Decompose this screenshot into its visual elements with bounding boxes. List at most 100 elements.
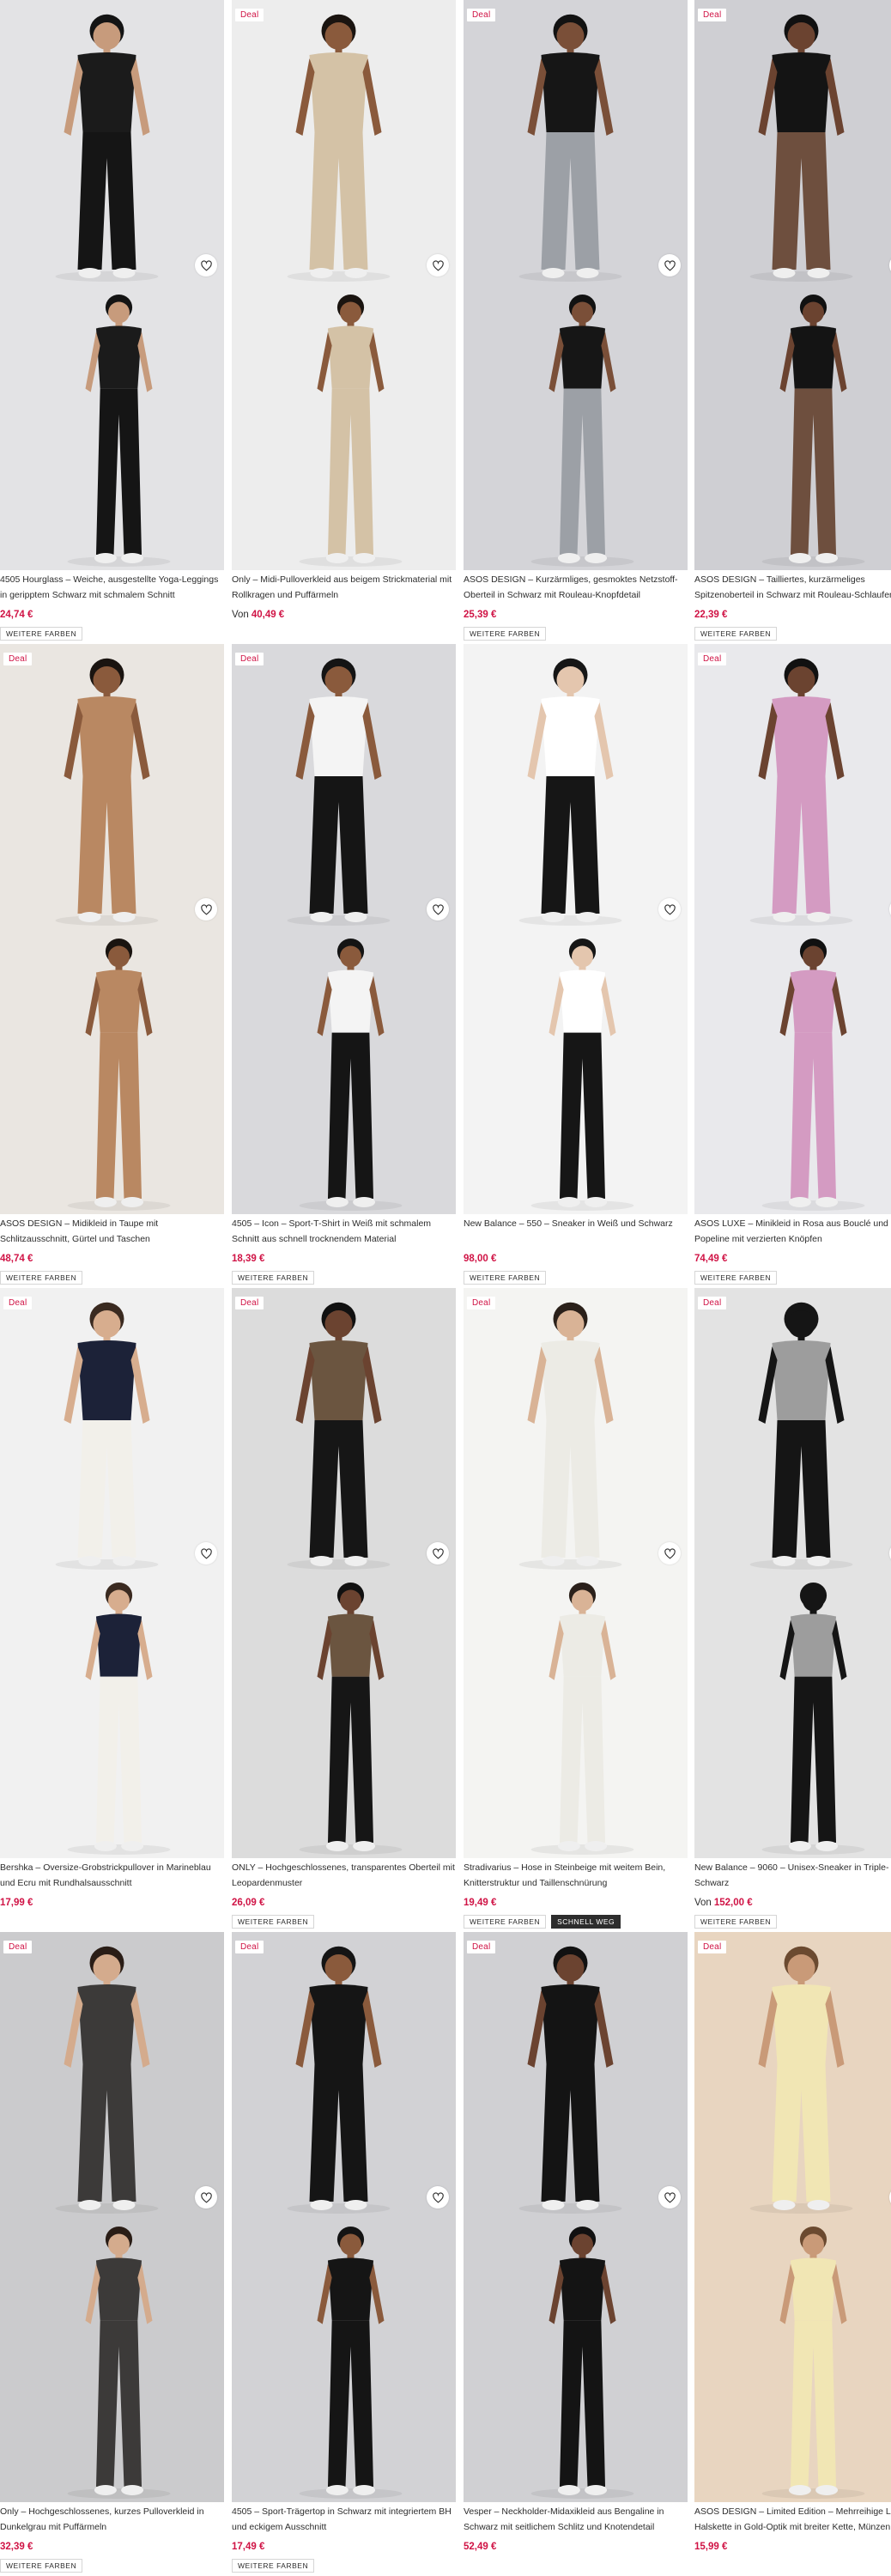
product-card[interactable]: Deal New Balance – 9060 – Unisex-Sneaker… <box>694 1288 891 1932</box>
product-card[interactable]: Deal 4505 – Icon – Sport-T-Shirt in Weiß… <box>232 644 456 1288</box>
product-image-alternate[interactable] <box>464 285 688 570</box>
product-image-alternate[interactable] <box>0 1573 224 1858</box>
product-card[interactable]: Deal ASOS DESIGN – Limited Edition – Meh… <box>694 1932 891 2576</box>
deal-badge: Deal <box>698 653 727 665</box>
product-title-link[interactable]: Only – Midi-Pulloverkleid aus beigem Str… <box>232 572 456 603</box>
product-image[interactable] <box>694 0 891 285</box>
save-for-later-heart-icon[interactable] <box>195 254 217 276</box>
product-card[interactable]: Deal Stradivarius – Hose in Steinbeige m… <box>464 1288 688 1932</box>
product-image[interactable] <box>464 1932 688 2217</box>
product-title-link[interactable]: New Balance – 9060 – Unisex-Sneaker in T… <box>694 1860 891 1891</box>
product-image[interactable] <box>0 1932 224 2217</box>
price-value: 48,74 € <box>0 1254 33 1264</box>
product-title-link[interactable]: New Balance – 550 – Sneaker in Weiß und … <box>464 1216 688 1247</box>
product-image[interactable] <box>0 644 224 929</box>
product-title-link[interactable]: 4505 – Sport-Trägertop in Schwarz mit in… <box>232 2504 456 2535</box>
product-card[interactable]: Deal 4505 – Sport-Trägertop in Schwarz m… <box>232 1932 456 2576</box>
product-image-alternate[interactable] <box>694 1573 891 1858</box>
product-image-alternate[interactable] <box>0 2217 224 2502</box>
product-chips: WEITERE FARBEN <box>0 1271 83 1285</box>
product-image-alternate[interactable] <box>694 929 891 1214</box>
product-image-alternate[interactable] <box>464 1573 688 1858</box>
product-title-link[interactable]: ASOS DESIGN – Midikleid in Taupe mit Sch… <box>0 1216 224 1247</box>
product-image-alternate[interactable] <box>232 285 456 570</box>
product-title-link[interactable]: ASOS DESIGN – Tailliertes, kurzärmeliges… <box>694 572 891 603</box>
product-image-alternate[interactable] <box>0 285 224 570</box>
product-title-link[interactable]: ONLY – Hochgeschlossenes, transparentes … <box>232 1860 456 1891</box>
product-image-alternate[interactable] <box>232 929 456 1214</box>
product-image[interactable] <box>0 0 224 285</box>
product-title-link[interactable]: ASOS DESIGN – Kurzärmliges, gesmoktes Ne… <box>464 572 688 603</box>
product-card[interactable]: Deal ASOS DESIGN – Midikleid in Taupe mi… <box>0 644 224 1288</box>
price-value: 26,09 € <box>232 1898 265 1908</box>
product-card[interactable]: New Balance – 550 – Sneaker in Weiß und … <box>464 644 688 1288</box>
product-card[interactable]: Deal ONLY – Hochgeschlossenes, transpare… <box>232 1288 456 1932</box>
more-colours-chip: WEITERE FARBEN <box>464 1271 547 1285</box>
product-card[interactable]: Deal Vesper – Neckholder-Midaxikleid aus… <box>464 1932 688 2576</box>
product-image-alternate[interactable] <box>694 2217 891 2502</box>
product-price: 98,00 € <box>464 1254 496 1264</box>
more-colours-chip: WEITERE FARBEN <box>232 1915 315 1929</box>
product-image-alternate[interactable] <box>464 929 688 1214</box>
product-image-alternate[interactable] <box>232 2217 456 2502</box>
product-image-alternate[interactable] <box>0 929 224 1214</box>
save-for-later-heart-icon[interactable] <box>658 254 681 276</box>
product-title-link[interactable]: Bershka – Oversize-Grobstrickpullover in… <box>0 1860 224 1891</box>
more-colours-chip: WEITERE FARBEN <box>464 627 547 641</box>
product-title-link[interactable]: Only – Hochgeschlossenes, kurzes Pullove… <box>0 2504 224 2535</box>
product-image-alternate[interactable] <box>464 2217 688 2502</box>
more-colours-chip: WEITERE FARBEN <box>232 1271 315 1285</box>
product-image[interactable] <box>0 1288 224 1573</box>
product-image[interactable] <box>694 1288 891 1573</box>
price-value: 15,99 € <box>694 2542 728 2552</box>
product-image-alternate[interactable] <box>694 285 891 570</box>
product-image[interactable] <box>694 1932 891 2217</box>
product-card[interactable]: Deal ASOS DESIGN – Tailliertes, kurzärme… <box>694 0 891 644</box>
save-for-later-heart-icon[interactable] <box>195 898 217 920</box>
product-card[interactable]: 4505 Hourglass – Weiche, ausgestellte Yo… <box>0 0 224 644</box>
product-card[interactable]: Deal ASOS LUXE – Minikleid in Rosa aus B… <box>694 644 891 1288</box>
product-image[interactable] <box>464 0 688 285</box>
price-value: 74,49 € <box>694 1254 728 1264</box>
save-for-later-heart-icon[interactable] <box>427 254 449 276</box>
product-title-link[interactable]: 4505 Hourglass – Weiche, ausgestellte Yo… <box>0 572 224 603</box>
product-image-alternate[interactable] <box>232 1573 456 1858</box>
more-colours-chip: WEITERE FARBEN <box>694 1915 778 1929</box>
product-chips: WEITERE FARBEN <box>694 627 778 641</box>
product-title-link[interactable]: Stradivarius – Hose in Steinbeige mit we… <box>464 1860 688 1891</box>
price-value: 17,99 € <box>0 1898 33 1908</box>
product-title-link[interactable]: Vesper – Neckholder-Midaxikleid aus Beng… <box>464 2504 688 2535</box>
product-card[interactable]: Deal Only – Hochgeschlossenes, kurzes Pu… <box>0 1932 224 2576</box>
product-image[interactable] <box>232 0 456 285</box>
product-price: Von 152,00 € <box>694 1898 753 1908</box>
deal-badge: Deal <box>235 9 264 21</box>
save-for-later-heart-icon[interactable] <box>427 1542 449 1564</box>
save-for-later-heart-icon[interactable] <box>427 2186 449 2208</box>
save-for-later-heart-icon[interactable] <box>658 898 681 920</box>
more-colours-chip: WEITERE FARBEN <box>232 2559 315 2573</box>
product-image[interactable] <box>232 1288 456 1573</box>
product-card[interactable]: Deal ASOS DESIGN – Kurzärmliges, gesmokt… <box>464 0 688 644</box>
product-price: 17,49 € <box>232 2542 264 2552</box>
save-for-later-heart-icon[interactable] <box>195 2186 217 2208</box>
product-card[interactable]: Deal Bershka – Oversize-Grobstrickpullov… <box>0 1288 224 1932</box>
product-price: 19,49 € <box>464 1898 496 1908</box>
product-image[interactable] <box>232 644 456 929</box>
save-for-later-heart-icon[interactable] <box>658 2186 681 2208</box>
product-image[interactable] <box>232 1932 456 2217</box>
save-for-later-heart-icon[interactable] <box>427 898 449 920</box>
save-for-later-heart-icon[interactable] <box>658 1542 681 1564</box>
product-image[interactable] <box>464 1288 688 1573</box>
product-chips: WEITERE FARBEN <box>232 1915 315 1929</box>
product-title-link[interactable]: ASOS DESIGN – Limited Edition – Mehrreih… <box>694 2504 891 2535</box>
save-for-later-heart-icon[interactable] <box>195 1542 217 1564</box>
product-title-link[interactable]: ASOS LUXE – Minikleid in Rosa aus Bouclé… <box>694 1216 891 1247</box>
product-image[interactable] <box>464 644 688 929</box>
product-image[interactable] <box>694 644 891 929</box>
product-title-link[interactable]: 4505 – Icon – Sport-T-Shirt in Weiß mit … <box>232 1216 456 1247</box>
product-price: 48,74 € <box>0 1254 33 1264</box>
deal-badge: Deal <box>698 1941 727 1953</box>
product-price: Von 40,49 € <box>232 610 284 620</box>
price-value: 17,49 € <box>232 2542 265 2552</box>
product-card[interactable]: Deal Only – Midi-Pulloverkleid aus beige… <box>232 0 456 644</box>
